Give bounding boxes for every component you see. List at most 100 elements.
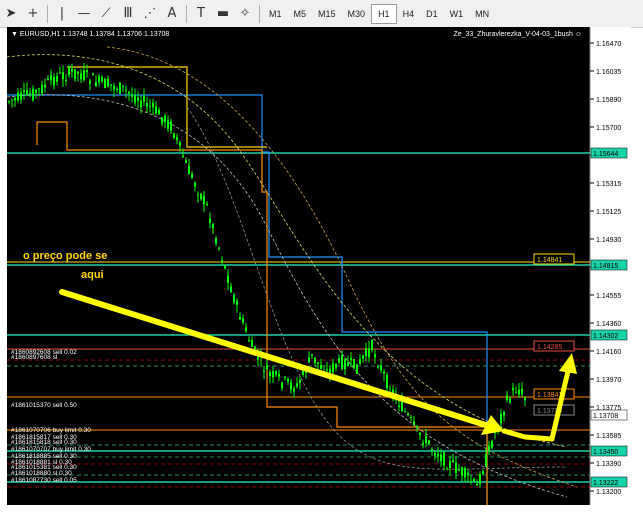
candle-body: [80, 73, 82, 80]
candle-body: [326, 369, 328, 371]
candle-body: [464, 468, 466, 478]
candle-body: [443, 452, 445, 466]
timeframe-m15[interactable]: M15: [312, 5, 342, 23]
candle-body: [299, 380, 301, 383]
candle-body: [101, 77, 103, 82]
price-badge-label: 1.14302: [593, 333, 618, 340]
price-badge-label: 1.13450: [593, 449, 618, 456]
candle-body: [368, 348, 370, 358]
candle-body: [146, 102, 148, 107]
candle-body: [224, 265, 226, 269]
candle-body: [218, 247, 220, 249]
trendline-icon[interactable]: ⟋: [95, 3, 117, 25]
candle-body: [347, 362, 349, 366]
candle-body: [86, 70, 88, 73]
channel-icon[interactable]: ⋰: [139, 3, 161, 25]
timeframe-h1[interactable]: H1: [371, 3, 397, 24]
candle-body: [161, 117, 163, 124]
cursor-icon[interactable]: ➤: [0, 3, 22, 25]
candle-body: [164, 115, 166, 123]
fibonacci-icon[interactable]: Ⅲ: [117, 3, 139, 25]
price-tick-label: 1.14360: [596, 321, 621, 328]
candle-body: [350, 358, 352, 360]
candle-body: [440, 454, 442, 462]
candle-body: [104, 78, 106, 89]
price-tick-label: 1.14555: [596, 293, 621, 300]
candle-body: [287, 378, 289, 382]
candle-body: [173, 133, 175, 138]
shapes-dropdown-icon[interactable]: ✧: [234, 3, 256, 25]
chart-canvas: 1.164701.160351.158901.157001.155051.153…: [7, 27, 631, 505]
candle-body: [59, 72, 61, 74]
candle-body: [374, 354, 376, 358]
candle-body: [95, 82, 97, 87]
timeframe-h4[interactable]: H4: [397, 5, 421, 23]
crosshair-icon[interactable]: +: [22, 3, 44, 25]
timeframe-w1[interactable]: W1: [444, 5, 470, 23]
candle-body: [236, 300, 238, 305]
candle-body: [338, 358, 340, 363]
text-icon[interactable]: A: [161, 3, 183, 25]
candle-body: [521, 388, 523, 395]
candle-body: [281, 382, 283, 389]
timeframe-mn[interactable]: MN: [469, 5, 495, 23]
candle-body: [356, 364, 358, 374]
candle-body: [122, 85, 124, 88]
candle-body: [29, 93, 31, 96]
candle-body: [290, 382, 292, 390]
candle-body: [98, 76, 100, 83]
price-tick-label: 1.14160: [596, 349, 621, 356]
candle-body: [26, 90, 28, 95]
order-label: #1861018880 sl 0.30: [11, 470, 72, 477]
price-tick-label: 1.13585: [596, 433, 621, 440]
candle-body: [152, 102, 154, 108]
candle-body: [11, 99, 13, 101]
text-label-icon[interactable]: T: [190, 3, 212, 25]
candle-body: [365, 348, 367, 356]
vertical-line-icon[interactable]: |: [51, 3, 73, 25]
candle-body: [38, 88, 40, 90]
price-chart[interactable]: 1.164701.160351.158901.157001.155051.153…: [7, 27, 631, 505]
order-label: #1861087730 sell 0.05: [11, 477, 77, 484]
candle-body: [413, 421, 415, 425]
timeframe-m30[interactable]: M30: [342, 5, 372, 23]
price-tick-label: 1.14930: [596, 237, 621, 244]
candle-body: [8, 101, 10, 103]
candle-body: [176, 136, 178, 141]
toolbar-separator: [47, 4, 48, 23]
inline-price-label: 1.14285: [537, 344, 562, 351]
candle-body: [293, 388, 295, 392]
candle-body: [182, 155, 184, 158]
price-tick-label: 1.13200: [596, 489, 621, 496]
candle-body: [188, 165, 190, 175]
timeframe-d1[interactable]: D1: [420, 5, 444, 23]
symbol-info: ▼ EURUSD,H1 1.13748 1.13784 1.13706 1.13…: [11, 31, 169, 38]
rectangle-icon[interactable]: ▬: [212, 3, 234, 25]
candle-body: [515, 391, 517, 393]
candle-body: [206, 203, 208, 205]
candle-body: [230, 286, 232, 293]
candle-body: [113, 85, 115, 90]
candle-body: [71, 69, 73, 72]
horizontal-line-icon[interactable]: —: [73, 3, 95, 25]
candle-body: [47, 78, 49, 80]
candle-body: [377, 366, 379, 368]
candle-body: [251, 340, 253, 347]
price-badge-label: 1.15644: [593, 151, 618, 158]
inline-price-label: 1.14841: [537, 257, 562, 264]
inline-price-label: 1.13841: [537, 392, 562, 399]
candle-body: [32, 88, 34, 101]
candle-body: [68, 67, 70, 75]
candle-body: [233, 294, 235, 303]
timeframe-m1[interactable]: M1: [263, 5, 288, 23]
candle-body: [449, 460, 451, 469]
candle-body: [506, 395, 508, 400]
order-label: #1861015370 sell 0.50: [11, 402, 77, 409]
order-label: #1861070706 buy limit 0.30: [11, 427, 91, 434]
price-tick-label: 1.15315: [596, 181, 621, 188]
candle-body: [179, 141, 181, 146]
candle-body: [155, 106, 157, 114]
candle-body: [20, 92, 22, 100]
timeframe-m5[interactable]: M5: [288, 5, 313, 23]
candle-body: [359, 359, 361, 364]
